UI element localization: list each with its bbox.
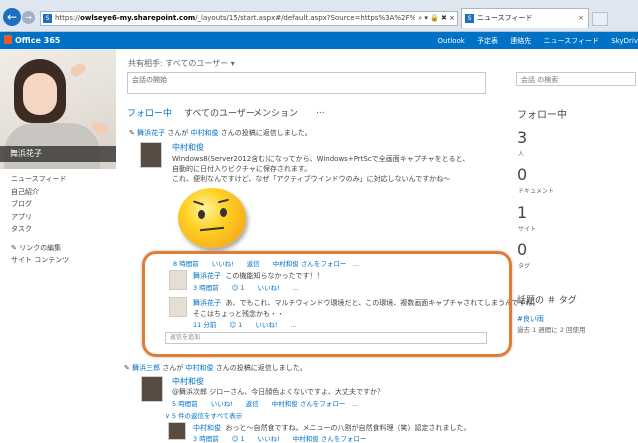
following-tags-count[interactable]: 0 (517, 240, 527, 259)
tab-following[interactable]: フォロー中 (127, 106, 172, 119)
suite-nav-outlook[interactable]: Outlook (438, 37, 465, 45)
tab-title: ニュースフィード (477, 14, 533, 22)
nav-item-newsfeed[interactable]: ニュースフィード (11, 174, 69, 187)
search-conversations-input[interactable]: 会話 の検索 (516, 72, 636, 86)
address-controls[interactable]: ⌕ ▾ 🔒 ✖ × (415, 12, 455, 25)
nav-item-about-me[interactable]: 自己紹介 (11, 187, 69, 200)
thread-header-text: さんの投稿に返信しました。 (213, 364, 307, 372)
photo-hand (90, 120, 110, 136)
thread-header-text: さんが (160, 364, 186, 372)
emoji-mouth (199, 226, 225, 232)
trending-tag[interactable]: #良い雨 (517, 314, 544, 324)
emoji-brow (217, 198, 230, 204)
following-docs-label: ドキュメント (518, 188, 555, 195)
post-body-line: 自動的に日付入りビクチャに保存されます。 (172, 165, 312, 173)
thread-header-text: さんが (165, 129, 191, 137)
tab-more[interactable]: ... (316, 106, 325, 116)
avatar[interactable] (168, 422, 186, 440)
browser-tab[interactable]: S ニュースフィード × (461, 8, 589, 28)
suite-nav-skydrive[interactable]: SkyDriv (611, 37, 638, 45)
trending-desc: 過去 1 週間に 2 回使用 (517, 326, 586, 334)
show-all-replies-link[interactable]: ∨ 5 件の返信をすべて表示 (165, 410, 242, 420)
start-conversation-input[interactable]: 会話の開始 (127, 72, 486, 94)
tab-mentions[interactable]: メンション (253, 106, 298, 119)
share-with-dropdown[interactable]: 共有相手: すべてのユーザー ▾ (128, 58, 235, 69)
post-body-line: これ、便利なんですけど、なぜ「アクティブウインドウのみ」に対応しないんですかね～ (172, 175, 451, 183)
emoji-eye (220, 208, 227, 217)
highlight-box (142, 251, 512, 357)
url-host: owlseye6-my.sharepoint.com (80, 14, 196, 22)
left-nav: ニュースフィード 自己紹介 ブログ アプリ タスク ✎ リンクの編集 サイト コ… (11, 174, 69, 268)
profile-name[interactable]: 舞浜花子 (0, 146, 116, 162)
brand-label: Office 365 (15, 36, 61, 45)
suite-nav-calendar[interactable]: 予定表 (477, 37, 498, 45)
url-path: /_layouts/15/start.aspx#/default.aspx?So… (195, 14, 425, 22)
back-arrow-icon[interactable]: ← (3, 8, 21, 26)
nav-item-blog[interactable]: ブログ (11, 199, 69, 212)
following-people-label: 人 (518, 151, 525, 158)
thread-header: ✎ 舞浜花子 さんが 中村和俊 さんの投稿に返信しました。 (129, 128, 312, 138)
following-sites-label: サイト (518, 226, 537, 233)
thread-header-target[interactable]: 中村和俊 (191, 129, 219, 137)
following-tags-label: タグ (518, 263, 531, 270)
post-author[interactable]: 中村和俊 (172, 142, 204, 153)
sharepoint-favicon-icon: S (43, 14, 52, 23)
reply-pen-icon: ✎ (129, 129, 138, 137)
thread-header-target[interactable]: 中村和俊 (186, 364, 214, 372)
following-people-count[interactable]: 3 (517, 128, 527, 147)
tab-everyone[interactable]: すべてのユーザー (184, 106, 255, 119)
thread-header-user[interactable]: 舞浜三郎 (132, 364, 160, 372)
suite-nav-people[interactable]: 連絡先 (510, 37, 531, 45)
new-tab-button[interactable] (592, 12, 608, 26)
address-bar[interactable]: S https://owlseye6-my.sharepoint.com/_la… (40, 11, 458, 26)
photo-hand (68, 61, 88, 79)
reply-line: 中村和俊 おっと～自然食ですね。メニューの八割が自然食料理（笑）認定されました。 (193, 423, 470, 433)
thread-header-user[interactable]: 舞浜花子 (137, 129, 165, 137)
following-title: フォロー中 (517, 110, 567, 121)
browser-chrome: ← → S https://owlseye6-my.sharepoint.com… (0, 0, 638, 32)
photo-face (23, 73, 57, 115)
avatar[interactable] (141, 376, 163, 402)
suite-bar: Office 365 Outlook 予定表 連絡先 ニュースフィード SkyD… (0, 32, 638, 49)
url-prefix: https:// (55, 14, 81, 22)
office-logo-icon (4, 35, 12, 44)
suite-nav: Outlook 予定表 連絡先 ニュースフィード SkyDriv (428, 36, 638, 46)
post-meta[interactable]: 5 時間前 いいね! 返信 中村和俊 さんをフォロー ... (172, 398, 358, 408)
post-body-line: @舞浜次郎 ジローさん、今日顔色よくないですよ、大丈夫ですか？ (172, 388, 385, 396)
site-contents-link[interactable]: サイト コンテンツ (11, 255, 69, 268)
post-body-line: Windows8(Server2012含む)になってから、Windows+Prt… (172, 155, 470, 163)
avatar[interactable] (140, 142, 162, 168)
thread-header: ✎ 舞浜三郎 さんが 中村和俊 さんの投稿に返信しました。 (124, 363, 307, 373)
forward-arrow-icon[interactable]: → (22, 11, 35, 24)
tab-close-icon[interactable]: × (578, 9, 584, 27)
following-docs-count[interactable]: 0 (517, 165, 527, 184)
reply-pen-icon: ✎ (124, 364, 133, 372)
nav-item-apps[interactable]: アプリ (11, 212, 69, 225)
emoji-brow (192, 200, 205, 206)
following-sites-count[interactable]: 1 (517, 203, 527, 222)
confused-face-emoji-icon (178, 188, 246, 248)
edit-links-link[interactable]: ✎ リンクの編集 (11, 243, 69, 256)
reply-text: おっと～自然食ですね。メニューの八割が自然食料理（笑）認定されました。 (225, 424, 471, 432)
reply-author[interactable]: 中村和俊 (193, 424, 221, 432)
sharepoint-favicon-icon: S (465, 14, 474, 23)
thread-header-text: さんの投稿に返信しました。 (218, 129, 312, 137)
post-author[interactable]: 中村和俊 (172, 376, 204, 387)
emoji-eye (198, 210, 205, 219)
nav-item-tasks[interactable]: タスク (11, 224, 69, 237)
trending-title: 話題の ＃ タグ (517, 296, 577, 306)
suite-nav-newsfeed[interactable]: ニュースフィード (544, 37, 600, 45)
office365-brand[interactable]: Office 365 (4, 35, 60, 45)
